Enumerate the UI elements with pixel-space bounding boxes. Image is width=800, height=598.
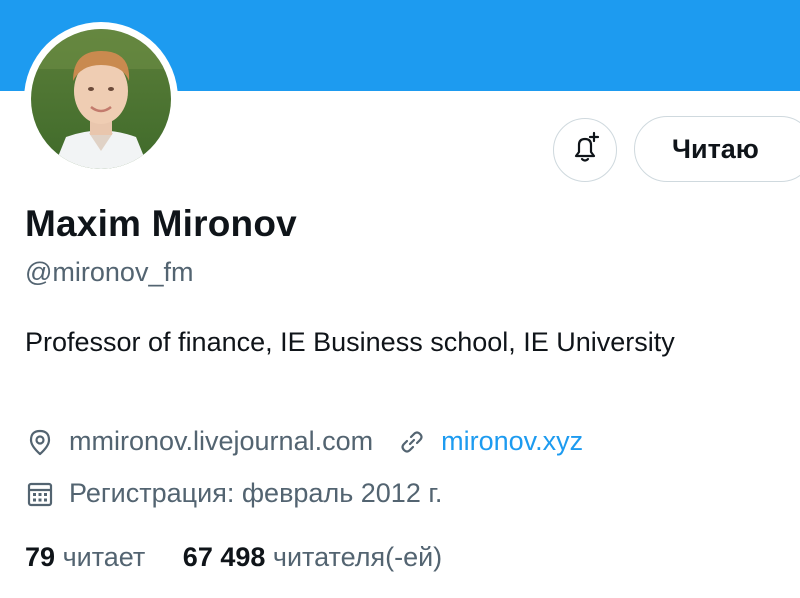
profile-name: Maxim Mironov: [25, 203, 297, 244]
avatar-photo: [31, 29, 171, 169]
followers-label: читателя(-ей): [272, 542, 443, 572]
profile-handle: @mironov_fm: [25, 257, 194, 287]
profile-meta-row-joined: Регистрация: февраль 2012 г.: [25, 478, 442, 509]
following-stat[interactable]: 79 читает: [25, 542, 145, 573]
location-pin-icon: [25, 427, 55, 457]
profile-joined-date: Регистрация: февраль 2012 г.: [69, 478, 443, 508]
followers-stat[interactable]: 67 498 читателя(-ей): [183, 542, 442, 573]
profile-stats: 79 читает 67 498 читателя(-ей): [25, 542, 472, 573]
calendar-icon: [25, 479, 55, 509]
following-count: 79: [25, 542, 56, 572]
link-icon: [397, 427, 427, 457]
notifications-button[interactable]: [553, 118, 617, 182]
profile-website-link[interactable]: mironov.xyz: [441, 426, 583, 457]
profile-meta-row-links: mmironov.livejournal.com mironov.xyz: [25, 426, 583, 457]
followers-count: 67 498: [182, 542, 266, 572]
avatar[interactable]: [24, 22, 178, 176]
profile-bio: Professor of finance, IE Business school…: [25, 327, 675, 357]
following-label: читает: [62, 542, 146, 572]
profile-location: mmironov.livejournal.com: [69, 426, 374, 456]
bell-plus-icon: [567, 130, 603, 171]
following-button[interactable]: Читаю: [634, 116, 800, 182]
